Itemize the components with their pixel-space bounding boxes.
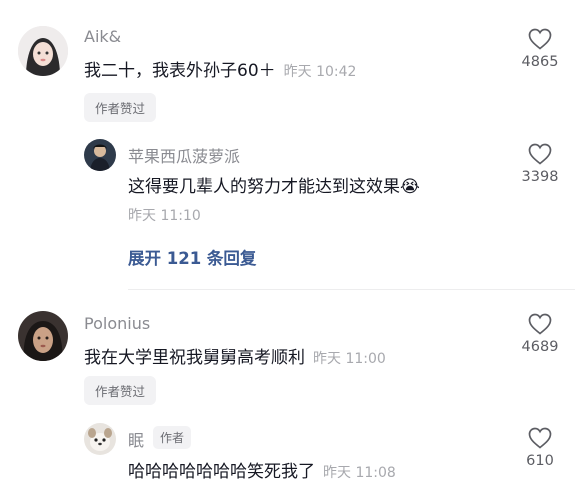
reply-text-row: 这得要几辈人的努力才能达到这效果😭 bbox=[128, 172, 420, 197]
comment-time: 昨天 10:42 bbox=[283, 64, 357, 80]
like-button[interactable]: 610 bbox=[520, 427, 560, 469]
like-count: 610 bbox=[526, 453, 554, 469]
reply-text: 这得要几辈人的努力才能达到这效果 bbox=[128, 177, 400, 197]
comment-username[interactable]: Aik& bbox=[84, 27, 121, 46]
heart-outline-icon bbox=[528, 143, 552, 165]
crying-emoji-icon: 😭 bbox=[400, 177, 420, 197]
author-tag: 作者 bbox=[153, 426, 192, 449]
heart-outline-icon bbox=[528, 313, 552, 335]
heart-outline-icon bbox=[528, 427, 552, 449]
comment-text: 我二十，我表外孙子60＋ bbox=[84, 61, 276, 81]
comment-text: 我在大学里祝我舅舅高考顺利 bbox=[84, 348, 305, 368]
author-liked-badge: 作者赞过 bbox=[84, 93, 157, 122]
reply-avatar[interactable] bbox=[84, 423, 116, 455]
reply-text-row: 哈哈哈哈哈哈哈笑死我了 昨天 11:08 bbox=[128, 457, 396, 482]
like-button[interactable]: 3398 bbox=[520, 143, 560, 185]
avatar[interactable] bbox=[18, 311, 68, 361]
comment-text-row: 我在大学里祝我舅舅高考顺利 昨天 11:00 bbox=[84, 343, 386, 368]
like-count: 3398 bbox=[521, 169, 559, 185]
reply-username[interactable]: 苹果西瓜菠萝派 bbox=[128, 143, 240, 167]
comment-text-row: 我二十，我表外孙子60＋ 昨天 10:42 bbox=[84, 56, 356, 81]
comment-time: 昨天 11:00 bbox=[313, 351, 386, 367]
reply-time: 昨天 11:10 bbox=[128, 208, 201, 224]
divider bbox=[128, 289, 575, 290]
like-button[interactable]: 4865 bbox=[520, 28, 560, 70]
heart-outline-icon bbox=[528, 28, 552, 50]
reply-text: 哈哈哈哈哈哈哈笑死我了 bbox=[128, 462, 315, 482]
reply-time: 昨天 11:08 bbox=[323, 465, 396, 481]
comment-username[interactable]: Polonius bbox=[84, 314, 150, 333]
expand-replies-link[interactable]: 展开 121 条回复 bbox=[128, 245, 256, 269]
reply-avatar[interactable] bbox=[84, 139, 116, 171]
like-button[interactable]: 4689 bbox=[520, 313, 560, 355]
author-liked-badge: 作者赞过 bbox=[84, 376, 157, 405]
like-count: 4865 bbox=[521, 54, 559, 70]
avatar[interactable] bbox=[18, 26, 68, 76]
reply-username[interactable]: 眠 bbox=[128, 427, 144, 451]
like-count: 4689 bbox=[521, 339, 559, 355]
